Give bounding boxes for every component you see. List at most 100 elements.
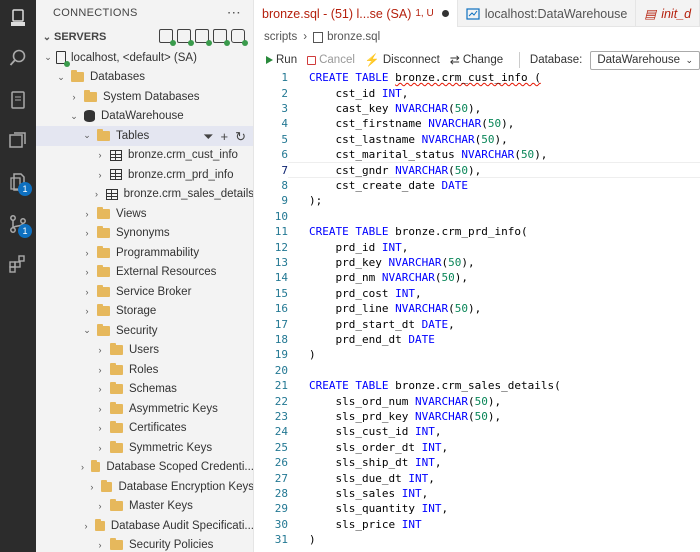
chevron-right-icon[interactable]: ›: [81, 287, 93, 297]
code-line[interactable]: 15 prd_cost INT,: [254, 286, 422, 301]
chevron-right-icon[interactable]: ›: [94, 345, 106, 355]
code-line[interactable]: 4 cst_firstname NVARCHAR(50),: [254, 116, 514, 131]
chevron-down-icon[interactable]: ⌄: [81, 325, 93, 336]
code-line[interactable]: 17 prd_start_dt DATE,: [254, 316, 455, 331]
chevron-right-icon[interactable]: ›: [68, 92, 80, 102]
tree-item[interactable]: › Roles: [36, 360, 253, 380]
tree-item[interactable]: ⌄ DataWarehouse: [36, 107, 253, 127]
run-button[interactable]: Run: [266, 54, 297, 66]
code-line[interactable]: 20: [254, 363, 309, 378]
tree-item[interactable]: › Views: [36, 204, 253, 224]
chevron-right-icon[interactable]: ›: [94, 501, 106, 511]
tree-item[interactable]: › Master Keys: [36, 497, 253, 517]
tree-item[interactable]: ⌄ Security: [36, 321, 253, 341]
chevron-right-icon[interactable]: ›: [78, 462, 87, 472]
collapse-all-icon[interactable]: [231, 29, 248, 46]
refresh-icon[interactable]: ↻: [235, 129, 246, 145]
code-line[interactable]: 10: [254, 209, 309, 224]
chevron-right-icon[interactable]: ›: [81, 228, 93, 238]
disconnect-button[interactable]: ⚡ Disconnect: [365, 53, 440, 67]
tree-item[interactable]: › External Resources: [36, 263, 253, 283]
tree-item[interactable]: › System Databases: [36, 87, 253, 107]
code-line[interactable]: 9);: [254, 193, 322, 208]
chevron-right-icon[interactable]: ›: [81, 248, 93, 258]
code-line[interactable]: 12 prd_id INT,: [254, 239, 409, 254]
code-line[interactable]: 6 cst_marital_status NVARCHAR(50),: [254, 147, 547, 162]
tree-item[interactable]: › Database Audit Specificati...: [36, 516, 253, 536]
tree-item[interactable]: › Storage: [36, 302, 253, 322]
code-line[interactable]: 13 prd_key NVARCHAR(50),: [254, 255, 475, 270]
code-line[interactable]: 22 sls_ord_num NVARCHAR(50),: [254, 393, 501, 408]
chevron-right-icon[interactable]: ›: [94, 170, 106, 180]
filter-icon[interactable]: ⏷: [203, 129, 213, 145]
code-line[interactable]: 18 prd_end_dt DATE: [254, 332, 435, 347]
chevron-right-icon[interactable]: ›: [94, 365, 106, 375]
code-line[interactable]: 14 prd_nm NVARCHAR(50),: [254, 270, 468, 285]
windows-icon[interactable]: [6, 128, 30, 152]
chevron-right-icon[interactable]: ›: [81, 267, 93, 277]
chevron-down-icon[interactable]: ⌄: [55, 72, 67, 83]
notebook-icon[interactable]: [6, 88, 30, 112]
code-line[interactable]: 19): [254, 347, 316, 362]
database-select[interactable]: DataWarehouse ⌄: [590, 50, 700, 70]
code-line[interactable]: 5 cst_lastname NVARCHAR(50),: [254, 132, 507, 147]
chevron-right-icon[interactable]: ›: [81, 521, 90, 531]
tree-item[interactable]: ⌄ Databases: [36, 68, 253, 88]
tree-item[interactable]: › bronze.crm_sales_details: [36, 185, 253, 205]
change-connection-button[interactable]: ⇄ Change: [450, 53, 503, 67]
add-azure-icon[interactable]: [195, 29, 212, 46]
chevron-right-icon[interactable]: ›: [81, 306, 93, 316]
chevron-right-icon[interactable]: ›: [81, 209, 93, 219]
show-active-connections-icon[interactable]: [213, 29, 230, 46]
source-control-icon[interactable]: 1: [6, 170, 32, 196]
code-line[interactable]: 3 cast_key NVARCHAR(50),: [254, 101, 481, 116]
tree-item[interactable]: › Programmability: [36, 243, 253, 263]
tree-item[interactable]: › Security Policies: [36, 536, 253, 552]
tree-item[interactable]: › bronze.crm_prd_info: [36, 165, 253, 185]
code-line[interactable]: 29 sls_quantity INT,: [254, 501, 448, 516]
tree-item[interactable]: › Asymmetric Keys: [36, 399, 253, 419]
add-icon[interactable]: +: [221, 129, 229, 145]
tree-item[interactable]: › Schemas: [36, 380, 253, 400]
tree-item[interactable]: › Users: [36, 341, 253, 361]
search-icon[interactable]: [6, 46, 30, 70]
breadcrumb-file[interactable]: bronze.sql: [327, 31, 380, 43]
code-line[interactable]: 7 cst_gndr NVARCHAR(50),: [254, 162, 481, 177]
tab-localhost-datawarehouse[interactable]: localhost:DataWarehouse: [458, 0, 637, 27]
tree-item[interactable]: › Database Encryption Keys: [36, 477, 253, 497]
tree-item[interactable]: › Database Scoped Credenti...: [36, 458, 253, 478]
chevron-right-icon[interactable]: ›: [94, 150, 106, 160]
chevron-right-icon[interactable]: ›: [94, 540, 106, 550]
chevron-right-icon[interactable]: ›: [91, 189, 102, 199]
chevron-right-icon[interactable]: ›: [94, 443, 106, 453]
connections-icon[interactable]: [6, 6, 30, 30]
chevron-down-icon[interactable]: ⌄: [42, 52, 54, 63]
chevron-down-icon[interactable]: ⌄: [81, 130, 93, 141]
code-line[interactable]: 28 sls_sales INT,: [254, 486, 428, 501]
tree-item[interactable]: › Symmetric Keys: [36, 438, 253, 458]
chevron-right-icon[interactable]: ›: [94, 384, 106, 394]
tree-item[interactable]: › bronze.crm_cust_info: [36, 146, 253, 166]
code-line[interactable]: 27 sls_due_dt INT,: [254, 470, 435, 485]
code-line[interactable]: 11 CREATE TABLE bronze.crm_prd_info(: [254, 224, 528, 239]
new-connection-icon[interactable]: [159, 29, 176, 46]
chevron-right-icon[interactable]: ›: [87, 482, 97, 492]
tab-init-d[interactable]: ▤ init_d: [636, 0, 700, 27]
tree-item[interactable]: ⌄ localhost, <default> (SA): [36, 48, 253, 68]
code-line[interactable]: 31): [254, 532, 316, 547]
chevron-down-icon[interactable]: ⌄: [68, 111, 80, 122]
code-line[interactable]: 24 sls_cust_id INT,: [254, 424, 442, 439]
code-line[interactable]: 16 prd_line NVARCHAR(50),: [254, 301, 481, 316]
ellipsis-icon[interactable]: ⋯: [227, 4, 241, 21]
chevron-right-icon[interactable]: ›: [94, 404, 106, 414]
tab-bronze-sql[interactable]: bronze.sql - (51) l...se (SA) 1, U: [254, 0, 458, 27]
tree-item[interactable]: › Synonyms: [36, 224, 253, 244]
code-line[interactable]: 21 CREATE TABLE bronze.crm_sales_details(: [254, 378, 561, 393]
git-branch-icon[interactable]: 1: [6, 212, 32, 238]
code-line[interactable]: 26 sls_ship_dt INT,: [254, 455, 442, 470]
new-server-group-icon[interactable]: [177, 29, 194, 46]
code-line[interactable]: 23 sls_prd_key NVARCHAR(50),: [254, 409, 501, 424]
unsaved-dot-icon[interactable]: [441, 10, 449, 17]
code-line[interactable]: 1 CREATE TABLE bronze.crm_cust_info (: [254, 70, 540, 85]
breadcrumb-folder[interactable]: scripts: [264, 31, 297, 43]
